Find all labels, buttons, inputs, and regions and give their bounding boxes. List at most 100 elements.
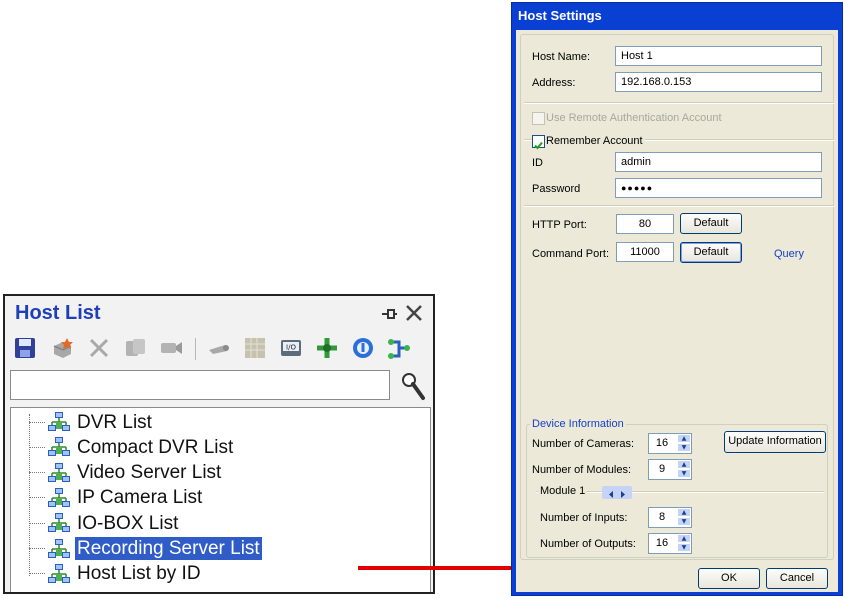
spin-up-icon[interactable]: ▲ bbox=[677, 534, 691, 543]
use-remote-auth-label: Use Remote Authentication Account bbox=[546, 112, 722, 124]
tree-item-label: Recording Server List bbox=[75, 537, 262, 560]
outputs-label: Number of Outputs: bbox=[540, 538, 636, 550]
network-group-icon bbox=[48, 412, 70, 431]
tree-connector bbox=[29, 472, 45, 474]
tree-item[interactable]: DVR List bbox=[29, 410, 154, 434]
http-port-label: HTTP Port: bbox=[532, 219, 587, 231]
spin-up-icon[interactable]: ▲ bbox=[677, 508, 691, 517]
http-default-button[interactable]: Default bbox=[680, 213, 742, 234]
spinner-buttons[interactable]: ▲ ▼ bbox=[677, 534, 691, 553]
cameras-value: 16 bbox=[655, 437, 669, 449]
info-icon[interactable] bbox=[351, 336, 375, 360]
tree-connector bbox=[29, 522, 45, 524]
tree-connector bbox=[29, 421, 45, 423]
device-info-title: Device Information bbox=[530, 418, 626, 430]
command-default-button[interactable]: Default bbox=[680, 242, 742, 263]
id-field[interactable]: admin bbox=[615, 152, 822, 172]
tree-connector bbox=[29, 573, 45, 575]
network-icon[interactable] bbox=[387, 336, 411, 360]
tree-connector bbox=[29, 548, 45, 549]
command-port-field[interactable]: 11000 bbox=[616, 242, 674, 262]
cancel-button[interactable]: Cancel bbox=[766, 568, 828, 589]
use-remote-auth-checkbox[interactable] bbox=[532, 112, 545, 125]
dome-camera-icon[interactable] bbox=[207, 336, 231, 360]
host-list-title: Host List bbox=[15, 302, 101, 324]
spin-up-icon[interactable]: ▲ bbox=[677, 460, 691, 469]
cameras-spinner[interactable]: 16 ▲ ▼ bbox=[648, 433, 692, 454]
tree-item-label: IP Camera List bbox=[77, 487, 203, 509]
spinner-buttons[interactable]: ▲ ▼ bbox=[677, 460, 691, 479]
host-list-panel: Host List I/O DVR List Compact DVR List … bbox=[3, 294, 435, 594]
address-label: Address: bbox=[532, 77, 576, 89]
http-port-field[interactable]: 80 bbox=[616, 214, 674, 234]
spin-down-icon[interactable]: ▼ bbox=[677, 543, 691, 552]
host-settings-dialog: Host Settings Host Name: Host 1 Address:… bbox=[511, 2, 843, 596]
modules-value: 9 bbox=[658, 463, 666, 475]
module-label: Module 1 bbox=[538, 485, 588, 497]
remember-account-checkbox[interactable] bbox=[532, 135, 545, 150]
ok-button[interactable]: OK bbox=[698, 568, 760, 589]
tree-connector bbox=[29, 497, 45, 499]
tree-item-label: IO-BOX List bbox=[77, 512, 179, 534]
close-icon[interactable] bbox=[404, 303, 424, 323]
module-nav-arrows-icon bbox=[609, 491, 625, 498]
add-host-icon[interactable] bbox=[51, 336, 75, 360]
tree-item-label: Compact DVR List bbox=[77, 436, 234, 458]
command-port-label: Command Port: bbox=[532, 248, 610, 260]
connect-icon[interactable] bbox=[315, 336, 339, 360]
dialog-title: Host Settings bbox=[518, 8, 602, 23]
spin-down-icon[interactable]: ▼ bbox=[677, 443, 691, 452]
host-name-field[interactable]: Host 1 bbox=[615, 46, 822, 66]
host-name-label: Host Name: bbox=[532, 51, 591, 63]
cameras-label: Number of Cameras: bbox=[532, 438, 635, 450]
module-nav[interactable] bbox=[602, 486, 632, 499]
camera-group-icon[interactable] bbox=[123, 336, 147, 360]
network-group-icon bbox=[48, 437, 70, 457]
remember-account-label: Remember Account bbox=[546, 135, 645, 147]
outputs-value: 16 bbox=[655, 537, 669, 549]
dialog-body: Host Name: Host 1 Address: 192.168.0.153… bbox=[516, 30, 838, 592]
camera-icon[interactable] bbox=[159, 336, 183, 360]
spinner-buttons[interactable]: ▲ ▼ bbox=[677, 434, 691, 453]
network-group-icon bbox=[48, 538, 70, 558]
tree-item[interactable]: Host List by ID bbox=[29, 562, 203, 586]
network-group-icon bbox=[48, 462, 70, 482]
spin-down-icon[interactable]: ▼ bbox=[677, 517, 691, 526]
separator bbox=[524, 102, 834, 104]
separator bbox=[524, 205, 834, 207]
io-device-icon[interactable]: I/O bbox=[279, 336, 303, 360]
password-field[interactable]: ●●●●● bbox=[615, 178, 822, 198]
inputs-label: Number of Inputs: bbox=[540, 512, 628, 524]
tree-item[interactable]: Compact DVR List bbox=[29, 435, 235, 459]
id-label: ID bbox=[532, 157, 543, 169]
query-link[interactable]: Query bbox=[774, 248, 804, 260]
tree-item[interactable]: Video Server List bbox=[29, 461, 223, 485]
modules-label: Number of Modules: bbox=[532, 464, 632, 476]
tree-item[interactable]: IP Camera List bbox=[29, 486, 204, 510]
pin-icon[interactable] bbox=[379, 304, 399, 324]
address-field[interactable]: 192.168.0.153 bbox=[615, 72, 822, 92]
network-group-icon bbox=[48, 563, 70, 583]
network-group-icon bbox=[48, 487, 70, 507]
modules-spinner[interactable]: 9 ▲ ▼ bbox=[648, 459, 692, 480]
inputs-value: 8 bbox=[658, 511, 666, 523]
password-label: Password bbox=[532, 183, 581, 195]
spin-down-icon[interactable]: ▼ bbox=[677, 469, 691, 478]
svg-text:I/O: I/O bbox=[286, 344, 296, 352]
network-group-icon bbox=[48, 513, 70, 533]
tree-connector bbox=[29, 446, 45, 448]
delete-icon[interactable] bbox=[87, 336, 111, 360]
outputs-spinner[interactable]: 16 ▲ ▼ bbox=[648, 533, 692, 554]
grid-icon[interactable] bbox=[243, 336, 267, 360]
checkmark-icon bbox=[534, 141, 543, 150]
update-information-button[interactable]: Update Information bbox=[724, 431, 826, 453]
spinner-buttons[interactable]: ▲ ▼ bbox=[677, 508, 691, 527]
tree-item[interactable]: Recording Server List bbox=[29, 537, 262, 561]
save-icon[interactable] bbox=[13, 336, 37, 360]
tree-item[interactable]: IO-BOX List bbox=[29, 511, 180, 535]
host-search-input[interactable] bbox=[10, 370, 390, 400]
search-icon[interactable] bbox=[397, 370, 427, 402]
inputs-spinner[interactable]: 8 ▲ ▼ bbox=[648, 507, 692, 528]
spin-up-icon[interactable]: ▲ bbox=[677, 434, 691, 443]
tree-item-label: DVR List bbox=[77, 411, 152, 433]
